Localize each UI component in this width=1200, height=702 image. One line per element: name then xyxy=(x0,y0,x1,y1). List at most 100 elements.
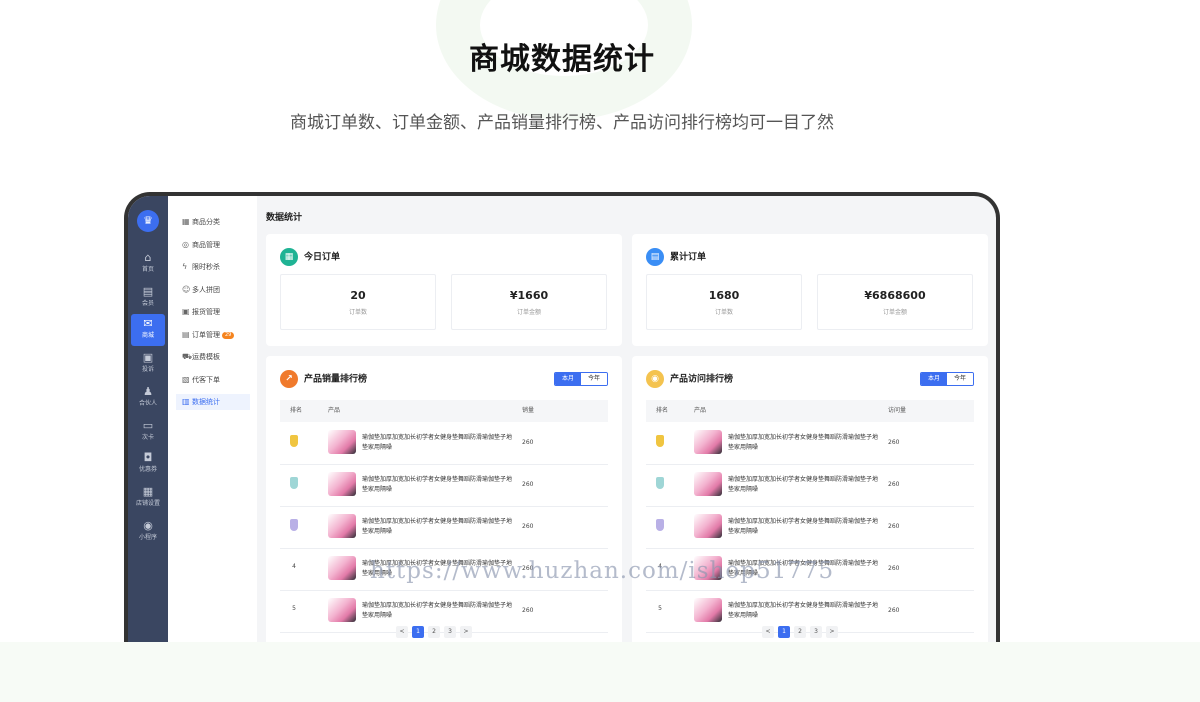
subnav-item-category[interactable]: ▦ 商品分类 xyxy=(176,214,250,230)
rail-item-member[interactable]: ▤ 会员 xyxy=(128,282,168,314)
watermark: https://www.huzhan.com/ishop51775 xyxy=(370,558,835,584)
visit-period-toggle: 本月 今年 xyxy=(920,372,974,386)
table-row[interactable]: 1瑜伽垫加厚加宽加长初学者女健身垫舞蹈防滑瑜伽垫子地垫家用隔噪260 xyxy=(646,422,974,465)
product-thumbnail xyxy=(694,472,722,496)
today-order-count: 20 订单数 xyxy=(280,274,436,330)
clipboard-icon: ▧ xyxy=(182,375,190,384)
gold-medal-icon: 1 xyxy=(290,435,298,447)
device-frame: ♛ ⌂ 首页 ▤ 会员 ✉ 商城 ▣ 投诉 ♟ 合伙人 ▭ 次卡 ◘ 优惠券 ▦ 店铺设置 ◉ 小… xyxy=(124,192,1000,672)
silver-medal-icon: 2 xyxy=(656,477,664,489)
sales-tab-this-year[interactable]: 今年 xyxy=(581,373,607,385)
crown-logo-icon: ♛ xyxy=(137,210,159,232)
cart-icon: ▣ xyxy=(182,307,190,316)
product-thumbnail xyxy=(328,556,356,580)
page-3-button[interactable]: 3 xyxy=(444,626,456,638)
truck-icon: ⛟ xyxy=(182,352,193,361)
table-row[interactable]: 3瑜伽垫加厚加宽加长初学者女健身垫舞蹈防滑瑜伽垫子地垫家用隔噪260 xyxy=(280,506,608,549)
sales-rank-card: ↗产品销量排行榜 本月 今年 排名 产品 销量 1瑜伽垫加厚加宽加长初学者女健身… xyxy=(266,356,622,656)
visit-tab-this-year[interactable]: 今年 xyxy=(947,373,973,385)
subnav-item-products[interactable]: ◎ 商品管理 xyxy=(176,237,250,253)
bar-chart-icon: ▥ xyxy=(182,397,190,406)
visit-tab-this-month[interactable]: 本月 xyxy=(921,373,947,385)
main-content: 数据统计 ▦ 今日订单 20 订单数 ¥1660 订单金额 ▤ 累计订单 1680 订单数… xyxy=(257,196,996,672)
grid-icon: ▦ xyxy=(182,217,190,226)
total-orders-card: ▤ 累计订单 1680 订单数 ¥6868600 订单金额 xyxy=(632,234,988,346)
bronze-medal-icon: 3 xyxy=(656,519,664,531)
table-row[interactable]: 2瑜伽垫加厚加宽加长初学者女健身垫舞蹈防滑瑜伽垫子地垫家用隔噪260 xyxy=(280,464,608,507)
today-orders-card: ▦ 今日订单 20 订单数 ¥1660 订单金额 xyxy=(266,234,622,346)
rail-item-coupon[interactable]: ◘ 优惠券 xyxy=(128,448,168,480)
rail-item-partner[interactable]: ♟ 合伙人 xyxy=(128,382,168,414)
partner-icon: ♟ xyxy=(143,385,153,398)
sales-tab-this-month[interactable]: 本月 xyxy=(555,373,581,385)
rail-item-store[interactable]: ▦ 店铺设置 xyxy=(128,482,168,514)
total-orders-header: ▤ 累计订单 xyxy=(646,248,706,267)
subnav-item-proxy-order[interactable]: ▧ 代客下单 xyxy=(176,372,250,388)
subnav-item-flash-sale[interactable]: ϟ 限时秒杀 xyxy=(176,259,250,275)
total-order-amount: ¥6868600 订单金额 xyxy=(817,274,973,330)
sub-navigation: ▦ 商品分类 ◎ 商品管理 ϟ 限时秒杀 ☺ 多人拼团 ▣ 报货管理 ▤ 订单管理 29 ⛟运… xyxy=(168,196,257,672)
trend-up-icon: ↗ xyxy=(280,370,298,388)
product-thumbnail xyxy=(328,598,356,622)
product-thumbnail xyxy=(694,514,722,538)
page-1-button[interactable]: 1 xyxy=(412,626,424,638)
box-icon: ◎ xyxy=(182,240,189,249)
subnav-item-restock[interactable]: ▣ 报货管理 xyxy=(176,304,250,320)
member-card-icon: ▤ xyxy=(142,285,154,298)
sales-period-toggle: 本月 今年 xyxy=(554,372,608,386)
footer-band xyxy=(0,642,1200,702)
order-count-badge: 29 xyxy=(222,331,235,339)
hero-subtitle: 商城订单数、订单金额、产品销量排行榜、产品访问排行榜均可一目了然 xyxy=(290,113,834,133)
next-page-button[interactable]: > xyxy=(460,626,472,638)
gold-medal-icon: 1 xyxy=(656,435,664,447)
bronze-medal-icon: 3 xyxy=(290,519,298,531)
next-page-button[interactable]: > xyxy=(826,626,838,638)
page-2-button[interactable]: 2 xyxy=(428,626,440,638)
table-row[interactable]: 2瑜伽垫加厚加宽加长初学者女健身垫舞蹈防滑瑜伽垫子地垫家用隔噪260 xyxy=(646,464,974,507)
subnav-item-statistics[interactable]: ▥ 数据统计 xyxy=(176,394,250,410)
subnav-item-orders[interactable]: ▤ 订单管理 29 xyxy=(176,327,250,343)
page-3-button[interactable]: 3 xyxy=(810,626,822,638)
rail-item-card[interactable]: ▭ 次卡 xyxy=(128,416,168,448)
store-icon: ▦ xyxy=(142,485,154,498)
page-2-button[interactable]: 2 xyxy=(794,626,806,638)
prev-page-button[interactable]: < xyxy=(762,626,774,638)
product-thumbnail xyxy=(694,598,722,622)
visit-table-header: 排名 产品 访问量 xyxy=(646,400,974,422)
hero-title: 商城数据统计 xyxy=(469,42,655,77)
table-row[interactable]: 3瑜伽垫加厚加宽加长初学者女健身垫舞蹈防滑瑜伽垫子地垫家用隔噪260 xyxy=(646,506,974,549)
sales-pagination: < 1 2 3 > xyxy=(396,626,476,638)
product-thumbnail xyxy=(328,514,356,538)
visit-rank-header: ◉ 产品访问排行榜 xyxy=(646,370,733,389)
table-row[interactable]: 1瑜伽垫加厚加宽加长初学者女健身垫舞蹈防滑瑜伽垫子地垫家用隔噪260 xyxy=(280,422,608,465)
product-thumbnail xyxy=(328,472,356,496)
sales-rank-header: ↗ 产品销量排行榜 xyxy=(280,370,367,389)
sales-table-header: 排名 产品 销量 xyxy=(280,400,608,422)
product-thumbnail xyxy=(328,430,356,454)
page-title: 数据统计 xyxy=(266,213,303,223)
subnav-item-group-buy[interactable]: ☺ 多人拼团 xyxy=(176,282,250,298)
rail-item-home[interactable]: ⌂ 首页 xyxy=(128,248,168,280)
rank-number: 4 xyxy=(292,563,296,570)
prev-page-button[interactable]: < xyxy=(396,626,408,638)
gallery-icon: ▣ xyxy=(142,351,154,364)
rail-item-mini-program[interactable]: ◉ 小程序 xyxy=(128,516,168,548)
mini-program-icon: ◉ xyxy=(143,519,153,532)
today-orders-header: ▦ 今日订单 xyxy=(280,248,340,267)
total-order-count: 1680 订单数 xyxy=(646,274,802,330)
rail-item-mall[interactable]: ✉ 商城 xyxy=(131,314,165,346)
card-icon: ▭ xyxy=(142,419,154,432)
subnav-item-shipping[interactable]: ⛟运费模板 xyxy=(176,349,250,365)
visit-rank-card: ◉产品访问排行榜 本月 今年 排名 产品 访问量 1瑜伽垫加厚加宽加长初学者女健… xyxy=(632,356,988,656)
app-rail: ♛ ⌂ 首页 ▤ 会员 ✉ 商城 ▣ 投诉 ♟ 合伙人 ▭ 次卡 ◘ 优惠券 ▦ 店铺设置 ◉ 小… xyxy=(128,196,168,672)
document-icon: ▤ xyxy=(646,248,664,266)
coupon-icon: ◘ xyxy=(143,451,153,464)
rank-number: 5 xyxy=(292,605,296,612)
page-1-button[interactable]: 1 xyxy=(778,626,790,638)
product-thumbnail xyxy=(694,430,722,454)
rail-item-gallery[interactable]: ▣ 投诉 xyxy=(128,348,168,380)
silver-medal-icon: 2 xyxy=(290,477,298,489)
home-icon: ⌂ xyxy=(144,251,152,264)
eye-icon: ◉ xyxy=(646,370,664,388)
mall-icon: ✉ xyxy=(143,317,153,330)
